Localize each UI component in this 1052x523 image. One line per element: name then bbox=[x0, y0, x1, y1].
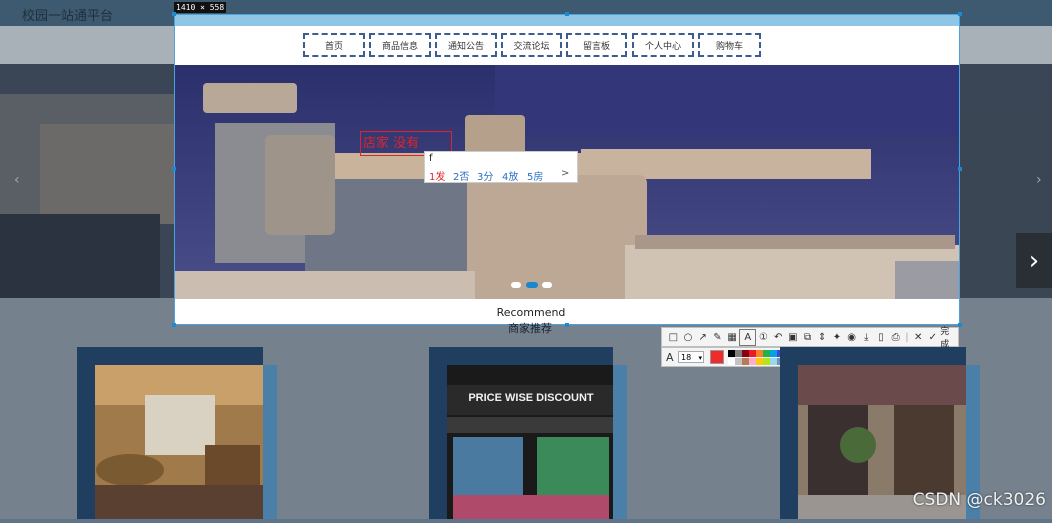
text-style-toolbar: A 18 ▾ bbox=[661, 347, 798, 367]
resize-handle[interactable] bbox=[565, 12, 569, 16]
prev-slide-icon[interactable]: ‹ bbox=[14, 172, 20, 188]
slide-dot-1[interactable] bbox=[511, 282, 521, 288]
csdn-watermark: CSDN @ck3026 bbox=[912, 490, 1046, 510]
next-slide-icon[interactable]: › bbox=[1036, 172, 1042, 188]
pin-icon[interactable]: ✦ bbox=[830, 330, 845, 345]
store-photo bbox=[95, 365, 263, 519]
download-icon[interactable]: ⤓ bbox=[859, 330, 874, 345]
color-swatch[interactable] bbox=[749, 350, 756, 357]
ime-candidate[interactable]: 2否 bbox=[453, 168, 469, 183]
chevron-right-icon: › bbox=[1028, 245, 1040, 276]
ime-candidate[interactable]: 5房 bbox=[527, 168, 543, 183]
color-swatch[interactable] bbox=[735, 358, 742, 365]
active-color-swatch[interactable] bbox=[710, 350, 724, 364]
price-wise-storefront-image: PRICE WISE DISCOUNT bbox=[447, 365, 615, 519]
color-swatch[interactable] bbox=[728, 358, 735, 365]
ime-next-page-icon[interactable]: > bbox=[561, 168, 569, 179]
ime-candidate[interactable]: 4放 bbox=[502, 168, 518, 183]
font-icon: A bbox=[666, 351, 674, 364]
translate-icon[interactable]: ⧉ bbox=[800, 330, 815, 345]
nav-home[interactable]: 首页 bbox=[303, 33, 365, 57]
nav-forum[interactable]: 交流论坛 bbox=[501, 33, 562, 57]
section-title-zh: 商家推荐 bbox=[508, 322, 552, 335]
resize-handle[interactable] bbox=[172, 167, 176, 171]
color-swatch[interactable] bbox=[763, 350, 770, 357]
text-icon[interactable]: A bbox=[739, 328, 757, 346]
resize-handle[interactable] bbox=[565, 323, 569, 327]
pen-icon[interactable]: ✎ bbox=[710, 330, 725, 345]
resize-handle[interactable] bbox=[958, 12, 962, 16]
color-swatch[interactable] bbox=[742, 358, 749, 365]
svg-text:PRICE WISE DISCOUNT: PRICE WISE DISCOUNT bbox=[468, 392, 594, 404]
nav-products[interactable]: 商品信息 bbox=[369, 33, 431, 57]
selection-size-label: 1410 × 558 bbox=[174, 2, 227, 13]
color-swatch[interactable] bbox=[763, 358, 770, 365]
resize-handle[interactable] bbox=[172, 323, 176, 327]
number-icon[interactable]: ① bbox=[756, 330, 771, 345]
color-swatch[interactable] bbox=[756, 350, 763, 357]
ime-candidate-window: f 1发 2否 3分 4放 5房 > bbox=[424, 151, 578, 183]
undo-icon[interactable]: ↶ bbox=[771, 330, 786, 345]
card-accent bbox=[613, 365, 627, 519]
font-size-value: 18 bbox=[681, 353, 692, 362]
resize-handle[interactable] bbox=[172, 12, 176, 16]
section-header-bright: Recommend bbox=[175, 299, 959, 324]
color-swatch[interactable] bbox=[749, 358, 756, 365]
divider: | bbox=[905, 331, 909, 343]
checkmark-icon[interactable]: ✓ bbox=[926, 330, 941, 345]
long-screenshot-icon[interactable]: ⇕ bbox=[815, 330, 830, 345]
nav-cart[interactable]: 购物车 bbox=[698, 33, 761, 57]
screenshot-toolbar: □ ○ ↗ ✎ ▦ A ① ↶ ▣ ⧉ ⇕ ✦ ◉ ⤓ ▯ ⎙ | ✕ ✓ 完成 bbox=[661, 327, 959, 350]
nav-bar: 首页 商品信息 通知公告 交流论坛 留言板 个人中心 购物车 bbox=[175, 26, 959, 65]
color-swatch[interactable] bbox=[728, 350, 735, 357]
rectangle-icon[interactable]: □ bbox=[666, 330, 681, 345]
store-card[interactable]: PRICE WISE DISCOUNT bbox=[429, 347, 627, 519]
chevron-down-icon: ▾ bbox=[698, 354, 702, 362]
arrow-icon[interactable]: ↗ bbox=[695, 330, 710, 345]
color-swatch[interactable] bbox=[770, 358, 777, 365]
bookmark-icon[interactable]: ⎙ bbox=[888, 330, 903, 345]
store-photo: PRICE WISE DISCOUNT bbox=[447, 365, 615, 519]
ime-candidate[interactable]: 1发 bbox=[429, 168, 445, 183]
resize-handle[interactable] bbox=[958, 167, 962, 171]
section-title-en: Recommend bbox=[496, 306, 566, 319]
close-icon[interactable]: ✕ bbox=[911, 330, 926, 345]
save-icon[interactable]: ▯ bbox=[874, 330, 889, 345]
nav-announcements[interactable]: 通知公告 bbox=[435, 33, 497, 57]
header-bar-bright bbox=[175, 15, 959, 26]
mosaic-icon[interactable]: ▦ bbox=[725, 330, 740, 345]
ellipse-icon[interactable]: ○ bbox=[681, 330, 696, 345]
slide-dot-3[interactable] bbox=[542, 282, 552, 288]
ime-input: f bbox=[429, 153, 433, 164]
ocr-icon[interactable]: ▣ bbox=[786, 330, 801, 345]
color-swatch[interactable] bbox=[756, 358, 763, 365]
next-slide-button[interactable]: › bbox=[1016, 233, 1052, 288]
store-card[interactable] bbox=[77, 347, 277, 519]
site-title: 校园一站通平台 bbox=[22, 9, 114, 24]
color-swatch[interactable] bbox=[735, 350, 742, 357]
record-icon[interactable]: ◉ bbox=[844, 330, 859, 345]
nav-user-center[interactable]: 个人中心 bbox=[632, 33, 694, 57]
ime-candidate[interactable]: 3分 bbox=[477, 168, 493, 183]
store-interior-image bbox=[95, 365, 263, 519]
color-swatch[interactable] bbox=[742, 350, 749, 357]
slide-dot-2-active[interactable] bbox=[526, 282, 538, 288]
nav-message-board[interactable]: 留言板 bbox=[566, 33, 627, 57]
color-swatch[interactable] bbox=[770, 350, 777, 357]
font-size-select[interactable]: 18 ▾ bbox=[678, 351, 704, 363]
card-accent bbox=[263, 365, 277, 519]
